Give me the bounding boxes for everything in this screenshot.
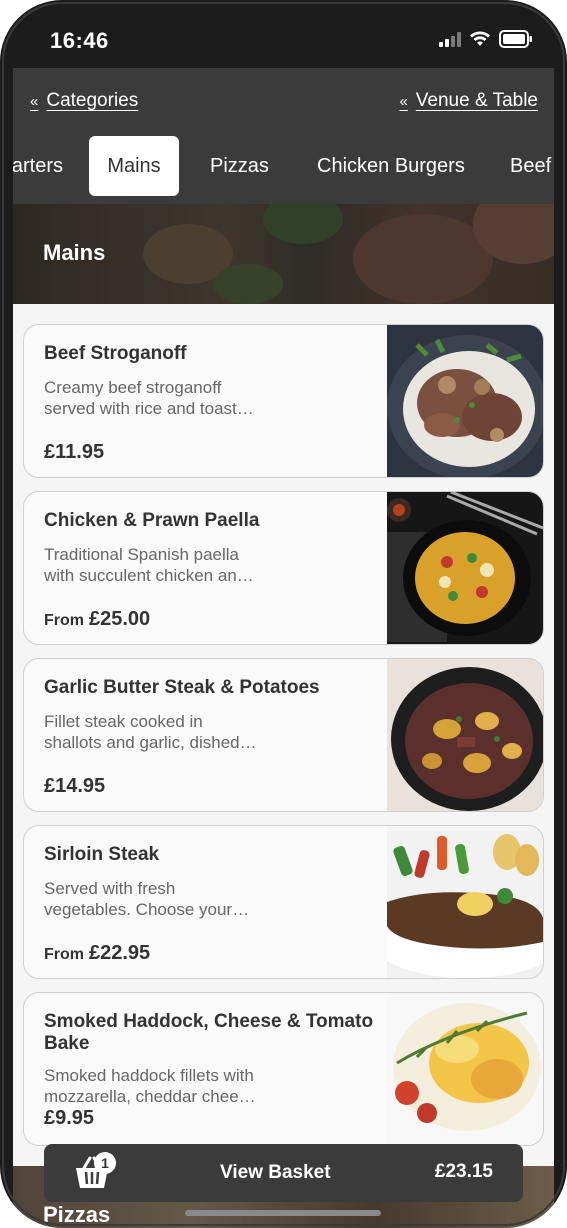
back-to-categories-label: Categories bbox=[46, 90, 139, 111]
item-price: £14.95 bbox=[44, 775, 106, 797]
tab-mains[interactable]: Mains bbox=[89, 136, 179, 196]
item-image bbox=[387, 325, 543, 477]
item-name: Beef Stroganoff bbox=[44, 343, 187, 364]
basket-total: £23.15 bbox=[434, 1161, 493, 1182]
next-section-title: Pizzas bbox=[43, 1202, 111, 1227]
menu-item-garlic-butter-steak[interactable]: Garlic Butter Steak & Potatoes Fillet st… bbox=[23, 658, 544, 812]
double-chevron-left-icon: « bbox=[30, 93, 39, 110]
view-basket-label: View Basket bbox=[220, 1162, 331, 1183]
item-image bbox=[387, 659, 543, 811]
menu-item-chicken-prawn-paella[interactable]: Chicken & Prawn Paella Traditional Spani… bbox=[23, 491, 544, 645]
item-name: Garlic Butter Steak & Potatoes bbox=[44, 677, 320, 698]
category-tabs: Starters Mains Pizzas Chicken Burgers Be… bbox=[13, 134, 554, 196]
tab-chicken-burgers[interactable]: Chicken Burgers bbox=[317, 136, 465, 196]
item-description: Traditional Spanish paella with succulen… bbox=[44, 545, 254, 585]
venue-and-table-link[interactable]: « Venue & Table bbox=[399, 90, 538, 112]
venue-and-table-label: Venue & Table bbox=[415, 90, 538, 111]
basket-count-badge: 1 bbox=[94, 1152, 116, 1174]
menu-item-smoked-haddock-bake[interactable]: Smoked Haddock, Cheese & Tomato Bake Smo… bbox=[23, 992, 544, 1146]
item-name: Sirloin Steak bbox=[44, 844, 160, 865]
status-bar: 16:46 bbox=[0, 0, 567, 68]
battery-icon bbox=[499, 30, 532, 48]
double-chevron-left-icon: « bbox=[399, 93, 408, 110]
phone-frame: 16:46 « Categories « Venue & Table arters … bbox=[0, 0, 567, 1228]
home-indicator[interactable] bbox=[185, 1210, 381, 1216]
item-name: Smoked Haddock, Cheese & Tomato Bake bbox=[44, 1011, 374, 1054]
item-price: £11.95 bbox=[44, 441, 105, 463]
item-price: From £25.00 bbox=[44, 608, 151, 630]
menu-item-beef-stroganoff[interactable]: Beef Stroganoff Creamy beef stroganoff s… bbox=[23, 324, 544, 478]
tab-beef[interactable]: Beef bbox=[510, 136, 551, 196]
section-banner: Mains bbox=[13, 204, 554, 304]
app-screen: « Categories « Venue & Table Starters Main… bbox=[13, 68, 554, 1228]
wifi-icon bbox=[470, 31, 490, 46]
item-price: From £22.95 bbox=[44, 942, 151, 964]
tab-starters[interactable]: Starters bbox=[13, 136, 63, 196]
status-time: 16:46 bbox=[50, 28, 109, 53]
item-image bbox=[387, 492, 543, 644]
cellular-signal-icon bbox=[439, 31, 461, 47]
section-title: Mains bbox=[43, 240, 106, 265]
item-name: Chicken & Prawn Paella bbox=[44, 510, 260, 531]
item-image bbox=[387, 826, 543, 978]
menu-item-sirloin-steak[interactable]: Sirloin Steak Served with fresh vegetabl… bbox=[23, 825, 544, 979]
header: « Categories « Venue & Table Starters Main… bbox=[13, 68, 554, 204]
item-price: £9.95 bbox=[44, 1107, 95, 1129]
back-to-categories-link[interactable]: « Categories bbox=[30, 90, 138, 112]
item-description: Smoked haddock fillets with mozzarella, … bbox=[44, 1066, 256, 1106]
status-icons bbox=[439, 30, 533, 48]
item-image bbox=[387, 993, 543, 1145]
item-description: Served with fresh vegetables. Choose you… bbox=[44, 879, 250, 919]
tab-pizzas[interactable]: Pizzas bbox=[210, 136, 269, 196]
view-basket-button[interactable]: 1 View Basket £23.15 bbox=[44, 1144, 523, 1202]
item-description: Fillet steak cooked in shallots and garl… bbox=[44, 712, 257, 752]
item-description: Creamy beef stroganoff served with rice … bbox=[44, 378, 254, 418]
